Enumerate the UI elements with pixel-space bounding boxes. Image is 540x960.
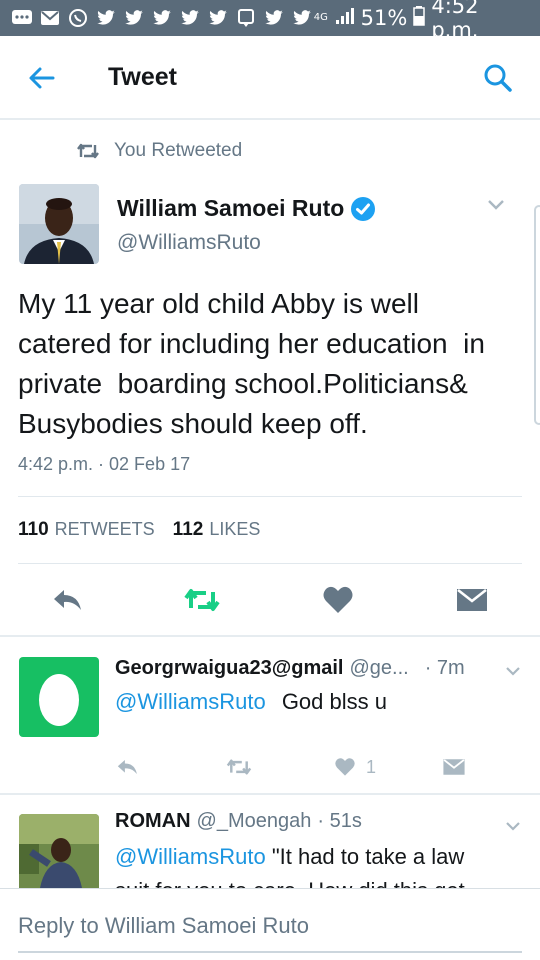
twitter-icon (262, 8, 285, 28)
envelope-icon (457, 588, 487, 611)
divider (18, 563, 522, 564)
twitter-icon (290, 8, 313, 28)
reply-text-body: God blss u (281, 689, 387, 714)
like-count: 1 (366, 756, 377, 777)
reply-author-name[interactable]: Georgrwaigua23@gmail (115, 657, 343, 680)
divider (0, 793, 540, 795)
reply-avatar-photo[interactable] (19, 814, 99, 888)
retweet-button[interactable] (182, 580, 222, 620)
divider (18, 496, 522, 497)
network-type: 4G (313, 12, 328, 23)
reply-icon (117, 759, 137, 775)
retweet-icon (226, 759, 252, 775)
reply-text-line2: suit for you to care. How did this get (115, 878, 465, 888)
mention-link[interactable]: @WilliamsRuto (115, 689, 266, 714)
twitter-icon (178, 8, 201, 28)
twitter-icon (94, 8, 117, 28)
battery-icon (413, 5, 426, 31)
like-button[interactable] (318, 580, 358, 620)
notification-icons (10, 8, 313, 28)
verified-badge-icon (350, 196, 376, 222)
email-icon (38, 8, 61, 28)
author-name[interactable]: William Samoei Ruto (117, 195, 376, 222)
author-handle[interactable]: @WilliamsRuto (117, 231, 261, 255)
retweet-context-label: You Retweeted (114, 140, 243, 161)
back-button[interactable] (26, 62, 58, 94)
retweets-count: 110 (18, 519, 49, 540)
author-name-text: William Samoei Ruto (117, 195, 345, 221)
reply-text: @WilliamsRuto God blss u (115, 689, 387, 715)
twitter-icon (150, 8, 173, 28)
reply-actions: 1 (115, 754, 485, 784)
reply-icon (54, 590, 81, 610)
reply-author-handle[interactable]: @ge... (349, 657, 408, 680)
reply-text: @WilliamsRuto "It had to take a law (115, 844, 464, 870)
input-underline (18, 951, 522, 953)
tweet-actions (0, 580, 540, 622)
like-button[interactable]: 1 (334, 754, 376, 780)
reply-button[interactable] (47, 580, 87, 620)
retweet-button[interactable] (225, 754, 253, 780)
chevron-down-icon (506, 822, 520, 831)
tweet-stats: 110 RETWEETS 112 LIKES (18, 519, 260, 541)
reply-button[interactable] (115, 754, 139, 780)
likes-count: 112 (172, 519, 204, 540)
battery-percent: 51% (360, 6, 408, 30)
retweet-context: You Retweeted (76, 140, 242, 162)
search-button[interactable] (482, 62, 514, 94)
page-title: Tweet (108, 63, 177, 91)
reply-options-button[interactable] (505, 820, 521, 832)
envelope-icon (443, 759, 465, 775)
retweet-icon (76, 141, 100, 161)
app-header: Tweet (0, 36, 540, 120)
chevron-down-icon (488, 200, 504, 210)
retweets-label: RETWEETS (54, 519, 155, 539)
retweet-icon (184, 589, 220, 611)
avatar[interactable] (19, 184, 99, 264)
chat-icon (10, 8, 33, 28)
message-icon (234, 8, 257, 28)
reply-author-name[interactable]: ROMAN (115, 810, 191, 833)
mention-link[interactable]: @WilliamsRuto (115, 844, 266, 869)
reply-text-body: "It had to take a law (271, 844, 465, 869)
whatsapp-icon (66, 8, 89, 28)
reply-time: · 51s (317, 810, 362, 832)
tweet-timestamp: 4:42 p.m. · 02 Feb 17 (18, 454, 191, 474)
egg-avatar-icon (39, 674, 79, 726)
reply-author-handle[interactable]: @_Moengah (197, 810, 312, 833)
heart-icon (335, 758, 355, 776)
search-icon (484, 64, 512, 92)
likes-label: LIKES (209, 519, 261, 539)
direct-message-button[interactable] (442, 754, 466, 780)
edge-panel-handle[interactable] (534, 205, 540, 425)
reply-avatar-egg[interactable] (19, 657, 99, 737)
heart-icon (323, 586, 353, 613)
tweet-text: My 11 year old child Abby is well catere… (18, 288, 485, 439)
chevron-down-icon (506, 667, 520, 676)
reply-options-button[interactable] (505, 665, 521, 677)
retweets-stat[interactable]: 110 RETWEETS (18, 519, 155, 541)
tweet-options-button[interactable] (487, 198, 505, 212)
reply-time: · 7m (424, 657, 465, 679)
arrow-left-icon (29, 67, 55, 89)
twitter-icon (122, 8, 145, 28)
reply-input[interactable]: Reply to William Samoei Ruto (18, 913, 309, 939)
status-bar: 4G 51% 4:52 p.m. (0, 0, 540, 42)
reply-header: ROMAN @_Moengah · 51s (115, 810, 362, 833)
reply-composer: Reply to William Samoei Ruto (0, 888, 540, 960)
twitter-icon (206, 8, 229, 28)
reply-2-container: ROMAN @_Moengah · 51s @WilliamsRuto "It … (0, 796, 540, 888)
direct-message-button[interactable] (452, 580, 492, 620)
signal-icon (335, 6, 355, 30)
divider (0, 635, 540, 637)
likes-stat[interactable]: 112 LIKES (173, 519, 261, 541)
reply-header: Georgrwaigua23@gmail @ge... · 7m (115, 657, 465, 680)
